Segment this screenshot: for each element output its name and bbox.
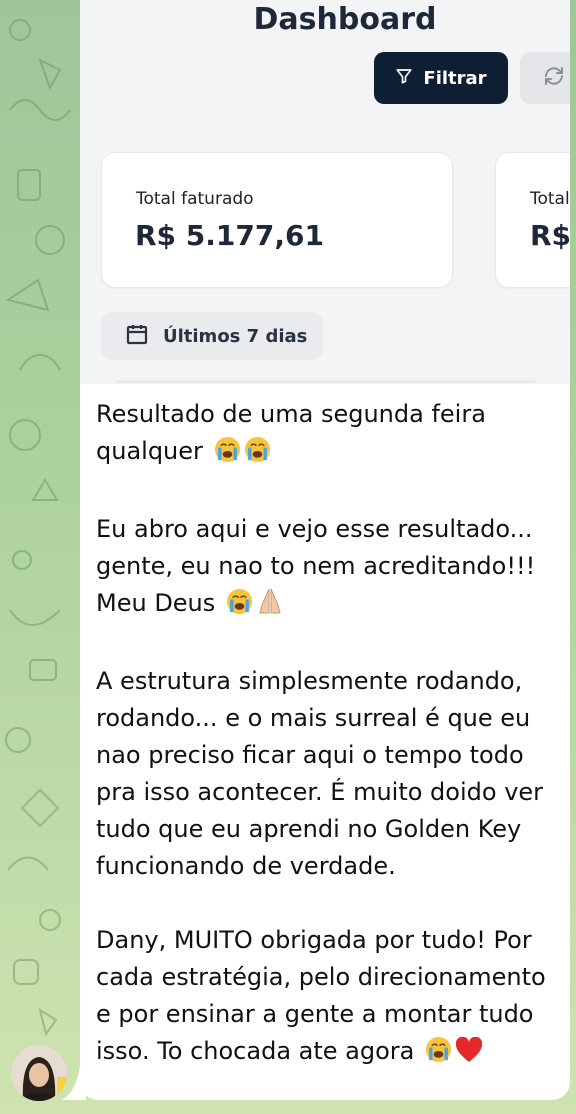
loudly-crying-face-icon [425, 1036, 452, 1074]
message-line: A estrutura simplesmente rodando, [96, 667, 523, 695]
filter-button-label: Filtrar [423, 67, 487, 89]
divider [116, 380, 536, 383]
message-text: Resultado de uma segunda feira qualquer … [96, 396, 564, 1100]
total-faturado-card: Total faturado R$ 5.177,61 [101, 152, 453, 288]
calendar-icon [125, 322, 149, 351]
message-line: pra isso acontecer. É muito doido ver [96, 778, 544, 806]
card-label: Total faturado [136, 189, 254, 209]
loudly-crying-face-icon [226, 588, 253, 626]
message-line: Eu abro aqui e vejo esse resultado... [96, 515, 533, 543]
total-card-partial: Total R$ [495, 152, 570, 288]
message-line: cada estratégia, pelo direcionamento [96, 963, 546, 991]
dashboard-screenshot-image[interactable]: Dashboard Filtrar Total faturado R$ 5.17… [80, 0, 570, 384]
message-line: nao preciso ficar aqui o tempo todo [96, 741, 524, 769]
card-label: Total [530, 189, 570, 209]
filter-button: Filtrar [374, 52, 508, 104]
loudly-crying-face-icon [214, 436, 241, 474]
wallpaper-doodles [5, 19, 71, 1037]
message-line: rodando... e o mais surreal é que eu [96, 704, 531, 732]
message-paragraph: Resultado de uma segunda feira qualquer [96, 396, 564, 474]
message-line: Meu Deus [96, 589, 216, 617]
message-line: tudo que eu aprendi no Golden Key [96, 815, 522, 843]
message-line: Resultado de uma segunda feira [96, 400, 486, 428]
avatar[interactable] [11, 1045, 67, 1101]
date-range-label: Últimos 7 dias [163, 325, 308, 347]
message-bubble: Dashboard Filtrar Total faturado R$ 5.17… [80, 0, 570, 1100]
message-line: e por ensinar a gente a montar tudo [96, 1000, 534, 1028]
message-paragraph: A estrutura simplesmente rodando, rodand… [96, 663, 564, 885]
red-heart-icon [455, 1036, 483, 1074]
folded-hands-icon [256, 587, 284, 626]
message-paragraph: Eu abro aqui e vejo esse resultado... ge… [96, 511, 564, 626]
card-value: R$ [530, 219, 570, 252]
message-line: isso. To chocada ate agora [96, 1037, 415, 1065]
message-line: Dany, MUITO obrigada por tudo! Por [96, 926, 532, 954]
refresh-button [520, 52, 570, 104]
message-paragraph: Dany, MUITO obrigada por tudo! Por cada … [96, 922, 564, 1074]
message-line: gente, eu nao to nem acreditando!!! [96, 552, 536, 580]
funnel-icon [395, 67, 413, 90]
date-range-chip: Últimos 7 dias [101, 312, 323, 360]
loudly-crying-face-icon [244, 436, 271, 474]
refresh-icon [542, 64, 566, 92]
card-value: R$ 5.177,61 [135, 219, 324, 252]
dashboard-title: Dashboard [253, 2, 437, 37]
message-line: qualquer [96, 437, 203, 465]
message-line: funcionando de verdade. [96, 852, 396, 880]
